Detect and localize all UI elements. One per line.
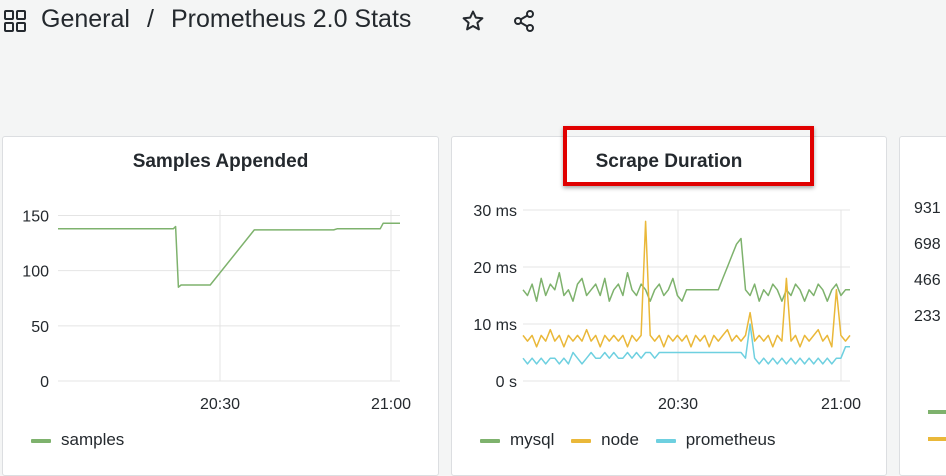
stat-value: 698 — [914, 236, 941, 253]
x-tick-label: 21:00 — [371, 396, 411, 413]
dashboard-header: General / Prometheus 2.0 Stats — [0, 0, 946, 44]
breadcrumb-folder[interactable]: General — [41, 5, 130, 34]
dashboard-title[interactable]: Prometheus 2.0 Stats — [171, 5, 411, 34]
y-tick-label: 0 s — [496, 374, 517, 391]
series-line-node — [522, 220, 851, 348]
y-tick-label: 50 — [31, 319, 49, 336]
legend: mysql node prometheus — [480, 430, 787, 450]
legend-label: prometheus — [685, 430, 776, 449]
x-tick-label: 20:30 — [200, 396, 240, 413]
share-icon[interactable] — [512, 9, 536, 33]
legend-swatch — [928, 410, 946, 414]
legend-label: node — [601, 430, 639, 449]
legend-swatch — [655, 438, 676, 443]
star-icon[interactable] — [461, 9, 485, 33]
dashboards-grid-icon[interactable] — [4, 10, 26, 32]
y-tick-label: 100 — [22, 264, 49, 281]
legend-item-mysql[interactable]: mysql — [480, 430, 554, 450]
legend-swatch — [571, 438, 592, 443]
series-line-samples — [58, 222, 400, 288]
y-tick-label: 150 — [22, 209, 49, 226]
stat-value: 931 — [914, 200, 941, 217]
legend-item-samples[interactable]: samples — [31, 430, 124, 450]
y-tick-label: 10 ms — [473, 317, 517, 334]
stat-value: 233 — [914, 308, 941, 325]
legend-label: mysql — [510, 430, 555, 449]
x-tick-label: 21:00 — [821, 396, 861, 413]
stat-value: 466 — [914, 272, 941, 289]
legend-item-node[interactable]: node — [571, 430, 639, 450]
legend-swatch — [31, 438, 51, 443]
scrape-duration-panel: Scrape Duration 0 s 10 ms 20 ms 30 ms 20:30 2… — [451, 136, 887, 476]
legend-swatch — [928, 437, 946, 441]
legend: samples — [31, 430, 136, 450]
legend-label: samples — [61, 430, 125, 449]
stat-axis-values: 931 698 466 233 — [914, 200, 941, 344]
legend-item-prometheus[interactable]: prometheus — [655, 430, 776, 450]
y-tick-label: 30 ms — [473, 203, 517, 220]
y-tick-label: 0 — [40, 374, 49, 391]
samples-appended-panel: Samples Appended 0 50 100 150 20:30 21:00 sam… — [2, 136, 439, 476]
samples-chart: 0 50 100 150 20:30 21:00 — [22, 209, 411, 413]
y-tick-label: 20 ms — [473, 260, 517, 277]
series-line-mysql — [522, 237, 850, 302]
x-tick-label: 20:30 — [658, 396, 698, 413]
highlight-box — [563, 126, 814, 186]
legend-swatch — [480, 438, 500, 443]
breadcrumb-separator: / — [147, 5, 154, 33]
